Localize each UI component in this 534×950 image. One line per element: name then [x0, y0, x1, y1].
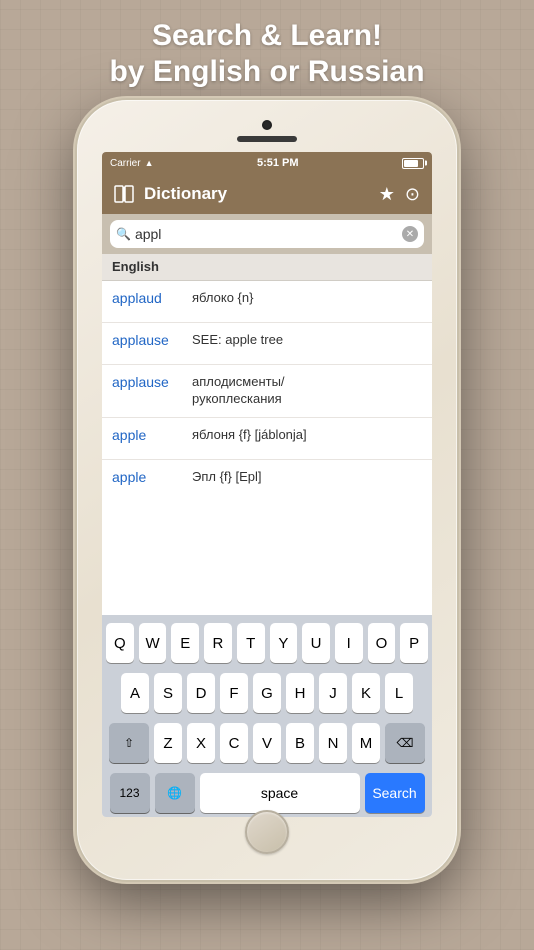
result-word-1: applause: [112, 332, 192, 348]
key-h[interactable]: H: [286, 673, 314, 713]
search-clear-button[interactable]: ✕: [402, 226, 418, 242]
result-row-3[interactable]: apple яблоня {f} [jáblonja]: [102, 418, 432, 460]
tagline-line2: by English or Russian: [109, 54, 424, 90]
key-o[interactable]: O: [368, 623, 396, 663]
result-def-1: SEE: apple tree: [192, 332, 422, 349]
history-button[interactable]: ⊙: [405, 184, 420, 205]
keyboard-row-bottom: 123 🌐 space Search: [106, 773, 428, 813]
key-v[interactable]: V: [253, 723, 281, 763]
result-word-3: apple: [112, 427, 192, 443]
result-word-0: applaud: [112, 290, 192, 306]
nav-left: Dictionary: [114, 184, 227, 204]
carrier-label: Carrier: [110, 158, 141, 169]
result-def-2: аплодисменты/ рукоплескания: [192, 374, 422, 408]
key-q[interactable]: Q: [106, 623, 134, 663]
search-icon: 🔍: [116, 227, 131, 241]
key-p[interactable]: P: [400, 623, 428, 663]
battery-icon: [402, 158, 424, 169]
phone-bottom: [245, 817, 289, 847]
result-def-0: яблоко {n}: [192, 290, 422, 307]
phone-top: [89, 112, 445, 152]
battery-fill: [404, 160, 418, 167]
key-k[interactable]: K: [352, 673, 380, 713]
keyboard-row-2: ASDFGHJKL: [106, 673, 428, 713]
search-button[interactable]: Search: [365, 773, 425, 813]
result-def-3: яблоня {f} [jáblonja]: [192, 427, 422, 444]
key-d[interactable]: D: [187, 673, 215, 713]
num-key[interactable]: 123: [110, 773, 150, 813]
key-x[interactable]: X: [187, 723, 215, 763]
key-z[interactable]: Z: [154, 723, 182, 763]
globe-key[interactable]: 🌐: [155, 773, 195, 813]
result-row-4-partial[interactable]: apple Эпл {f} [Epl]: [102, 460, 432, 490]
result-row-1[interactable]: applause SEE: apple tree: [102, 323, 432, 365]
key-e[interactable]: E: [171, 623, 199, 663]
result-row-2[interactable]: applause аплодисменты/ рукоплескания: [102, 365, 432, 418]
key-n[interactable]: N: [319, 723, 347, 763]
key-t[interactable]: T: [237, 623, 265, 663]
key-f[interactable]: F: [220, 673, 248, 713]
tagline: Search & Learn! by English or Russian: [109, 18, 424, 90]
key-y[interactable]: Y: [270, 623, 298, 663]
status-right: [402, 158, 424, 169]
shift-key[interactable]: ⇧: [109, 723, 149, 763]
phone-screen: Carrier ▲ 5:51 PM Dictionary ★: [102, 152, 432, 817]
status-left: Carrier ▲: [110, 158, 153, 169]
book-icon: [114, 185, 134, 203]
nav-bar: Dictionary ★ ⊙: [102, 174, 432, 214]
result-row-0[interactable]: applaud яблоко {n}: [102, 281, 432, 323]
delete-key[interactable]: ⌫: [385, 723, 425, 763]
key-i[interactable]: I: [335, 623, 363, 663]
tagline-line1: Search & Learn!: [109, 18, 424, 54]
space-key[interactable]: space: [200, 773, 360, 813]
search-input[interactable]: appl: [135, 226, 398, 242]
nav-right: ★ ⊙: [379, 184, 420, 205]
key-b[interactable]: B: [286, 723, 314, 763]
key-s[interactable]: S: [154, 673, 182, 713]
key-m[interactable]: M: [352, 723, 380, 763]
home-button[interactable]: [245, 810, 289, 854]
key-g[interactable]: G: [253, 673, 281, 713]
favorites-button[interactable]: ★: [379, 184, 395, 205]
speaker: [237, 136, 297, 142]
key-r[interactable]: R: [204, 623, 232, 663]
nav-title: Dictionary: [144, 184, 227, 204]
results-header-label: English: [112, 259, 159, 274]
keyboard-row-3: ⇧ ZXCVBNM⌫: [106, 723, 428, 763]
search-bar-container: 🔍 appl ✕: [102, 214, 432, 254]
key-c[interactable]: C: [220, 723, 248, 763]
phone-frame: Carrier ▲ 5:51 PM Dictionary ★: [77, 100, 457, 880]
wifi-icon: ▲: [145, 158, 154, 168]
results-area: English applaud яблоко {n} applause SEE:…: [102, 254, 432, 615]
status-time: 5:51 PM: [257, 157, 299, 169]
results-header: English: [102, 254, 432, 281]
search-bar[interactable]: 🔍 appl ✕: [110, 220, 424, 248]
key-w[interactable]: W: [139, 623, 167, 663]
key-j[interactable]: J: [319, 673, 347, 713]
key-u[interactable]: U: [302, 623, 330, 663]
keyboard-row-1: QWERTYUIOP: [106, 623, 428, 663]
key-a[interactable]: A: [121, 673, 149, 713]
status-bar: Carrier ▲ 5:51 PM: [102, 152, 432, 174]
camera: [262, 120, 272, 130]
result-def-4: Эпл {f} [Epl]: [192, 469, 422, 486]
keyboard: QWERTYUIOP ASDFGHJKL ⇧ ZXCVBNM⌫ 123 🌐 sp…: [102, 615, 432, 817]
result-word-2: applause: [112, 374, 192, 390]
key-l[interactable]: L: [385, 673, 413, 713]
result-word-4: apple: [112, 469, 192, 485]
